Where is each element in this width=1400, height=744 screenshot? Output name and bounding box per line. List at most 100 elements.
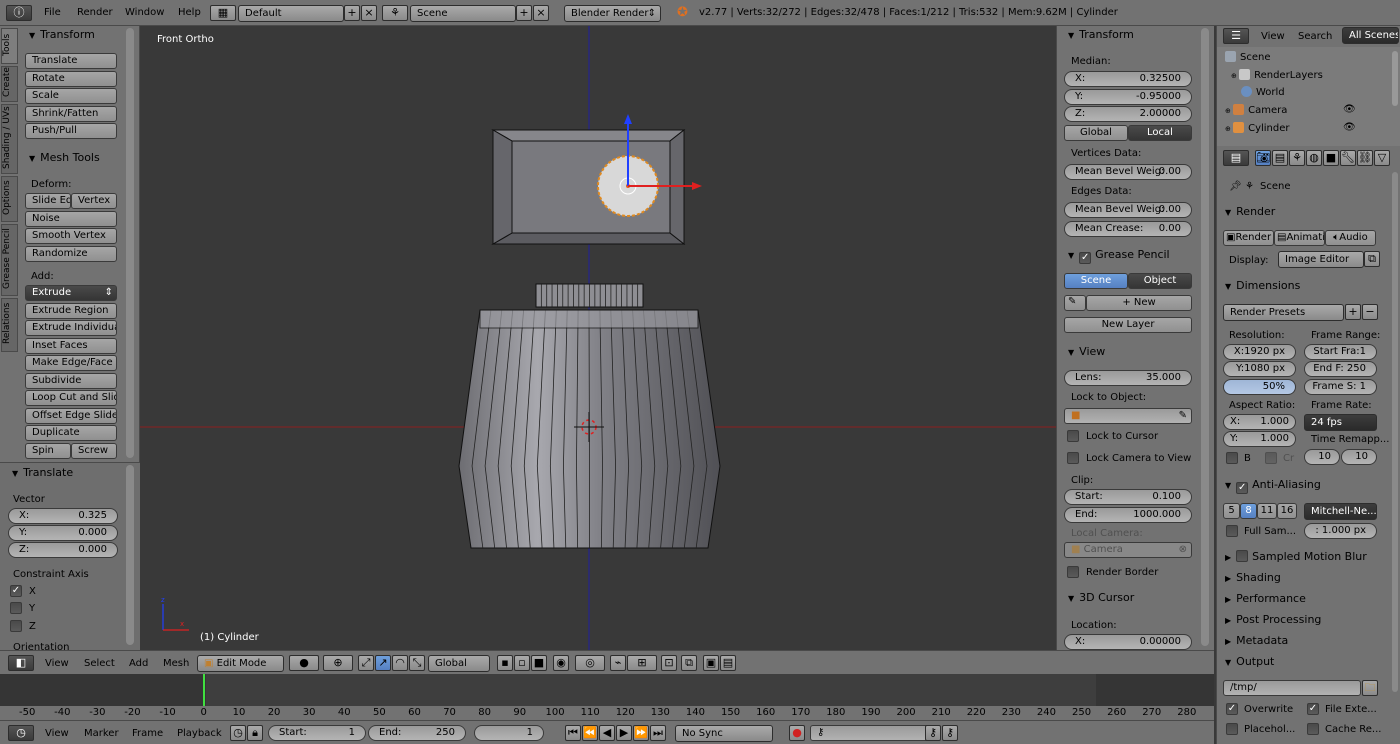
- gp-new-button[interactable]: + New: [1086, 295, 1192, 311]
- play-reverse-icon[interactable]: ◀: [599, 725, 615, 741]
- scene-tab-icon[interactable]: ⚘: [1289, 150, 1305, 166]
- display-select[interactable]: Image Editor: [1278, 251, 1364, 268]
- properties-editor-icon[interactable]: ▤: [1223, 150, 1249, 166]
- post-processing-header[interactable]: ▶ Post Processing: [1225, 613, 1321, 629]
- operator-scrollbar[interactable]: [126, 465, 134, 645]
- outliner-renderlayers[interactable]: ⊕ RenderLayers: [1231, 69, 1323, 81]
- editor-type-icon[interactable]: ◧: [8, 655, 34, 671]
- translate-manipulator-icon[interactable]: ↗: [375, 655, 391, 671]
- loop-cut-button[interactable]: Loop Cut and Slide: [25, 390, 117, 406]
- timeline-editor-icon[interactable]: ◷: [8, 725, 34, 741]
- lens-field[interactable]: Lens: 35.000: [1064, 370, 1192, 386]
- mean-crease-field[interactable]: Mean Crease: 0.00: [1064, 221, 1192, 237]
- start-frame-prop-field[interactable]: Start Fra:1: [1304, 344, 1377, 360]
- manipulator-toggle-icon[interactable]: ⤢: [358, 655, 374, 671]
- rotate-manipulator-icon[interactable]: ◠: [392, 655, 408, 671]
- mode-select[interactable]: ▣ Edit Mode: [197, 655, 284, 672]
- vector-y-field[interactable]: Y: 0.000: [8, 525, 118, 541]
- make-edge-face-button[interactable]: Make Edge/Face: [25, 355, 117, 371]
- output-header[interactable]: ▼ Output: [1225, 655, 1274, 671]
- remap-old-field[interactable]: 10: [1304, 449, 1340, 465]
- resolution-x-field[interactable]: X:1920 px: [1223, 344, 1296, 360]
- vertex-bevel-field[interactable]: Mean Bevel Weig: 0.00: [1064, 164, 1192, 180]
- extrude-region-button[interactable]: Extrude Region: [25, 303, 117, 319]
- anti-aliasing-checkbox[interactable]: ✓: [1236, 482, 1249, 494]
- timeline-ruler[interactable]: -50 -40 -30 -20 -10 0 10 20 30 40 50 60 70 80 90 100 110…: [0, 706, 1214, 720]
- local-toggle[interactable]: Local: [1128, 125, 1192, 141]
- file-extensions-checkbox[interactable]: ✓: [1307, 703, 1319, 715]
- edge-select-icon[interactable]: ▫: [514, 655, 530, 671]
- tl-menu-playback[interactable]: Playback: [177, 728, 222, 739]
- jump-key-forward-icon[interactable]: ⏩: [633, 725, 649, 741]
- remove-layout-icon[interactable]: ×: [361, 5, 377, 21]
- grease-pencil-checkbox[interactable]: ✓: [1079, 252, 1092, 264]
- scene-select[interactable]: Scene: [410, 5, 516, 22]
- remap-new-field[interactable]: 10: [1341, 449, 1377, 465]
- rotate-button[interactable]: Rotate: [25, 71, 117, 87]
- menu-view[interactable]: View: [45, 658, 69, 669]
- menu-render[interactable]: Render: [77, 7, 113, 18]
- tab-relations[interactable]: Relations: [1, 298, 18, 352]
- n-transform-header[interactable]: ▼ Transform: [1068, 28, 1134, 44]
- scale-manipulator-icon[interactable]: ⤡: [409, 655, 425, 671]
- tab-tools[interactable]: Tools: [1, 28, 18, 64]
- world-tab-icon[interactable]: ◍: [1306, 150, 1322, 166]
- spin-button[interactable]: Spin: [25, 443, 71, 459]
- offset-edge-slide-button[interactable]: Offset Edge Slide: [25, 408, 117, 424]
- operator-panel-header[interactable]: ▼ Translate: [12, 466, 73, 482]
- lock-camera-checkbox[interactable]: [1067, 452, 1079, 464]
- resolution-y-field[interactable]: Y:1080 px: [1223, 361, 1296, 377]
- transform-panel-header[interactable]: ▼ Transform: [29, 28, 95, 44]
- render-tab-icon[interactable]: 📷︎: [1255, 150, 1271, 166]
- output-path-field[interactable]: /tmp/: [1223, 680, 1361, 696]
- tab-grease-pencil[interactable]: Grease Pencil: [1, 224, 18, 296]
- snap-target-icon[interactable]: ⊡: [661, 655, 677, 671]
- render-image-icon[interactable]: ▣: [703, 655, 719, 671]
- tl-menu-marker[interactable]: Marker: [84, 728, 119, 739]
- render-presets-select[interactable]: Render Presets: [1223, 304, 1344, 321]
- new-layer-button[interactable]: New Layer: [1064, 317, 1192, 333]
- tab-shading-uvs[interactable]: Shading / UVs: [1, 104, 18, 174]
- crop-checkbox[interactable]: [1265, 452, 1277, 464]
- layout-icon[interactable]: ▦: [210, 5, 236, 21]
- properties-scrollbar[interactable]: [1392, 172, 1398, 692]
- vector-z-field[interactable]: Z: 0.000: [8, 542, 118, 558]
- filter-size-field[interactable]: : 1.000 px: [1304, 523, 1377, 539]
- slide-vertex-button[interactable]: Vertex: [71, 193, 117, 209]
- resolution-percentage-field[interactable]: 50%: [1223, 379, 1296, 395]
- 3d-viewport[interactable]: Front Ortho z x (1) Cylinder: [140, 26, 1056, 650]
- end-frame-prop-field[interactable]: End F: 250: [1304, 361, 1377, 377]
- pencil-icon[interactable]: ✎: [1064, 295, 1086, 311]
- menu-window[interactable]: Window: [125, 7, 164, 18]
- render-button[interactable]: ▣Render: [1223, 230, 1274, 246]
- menu-mesh[interactable]: Mesh: [163, 658, 189, 669]
- constraint-z-checkbox[interactable]: [10, 620, 22, 632]
- info-editor-icon[interactable]: ⓘ: [6, 5, 32, 21]
- transform-orientation-select[interactable]: Global: [428, 655, 490, 672]
- aa-samples-8[interactable]: 8: [1240, 503, 1257, 519]
- start-frame-field[interactable]: Start: 1: [268, 725, 366, 741]
- pivot-point-icon[interactable]: ⊕: [323, 655, 353, 671]
- outliner-menu-view[interactable]: View: [1261, 31, 1285, 42]
- data-tab-icon[interactable]: ▽: [1374, 150, 1390, 166]
- outliner-scene[interactable]: Scene: [1225, 51, 1271, 63]
- pin-icon[interactable]: 📌︎: [1229, 181, 1242, 192]
- menu-select[interactable]: Select: [84, 658, 115, 669]
- render-border-checkbox[interactable]: [1067, 566, 1079, 578]
- aa-samples-16[interactable]: 16: [1277, 503, 1297, 519]
- menu-add[interactable]: Add: [129, 658, 148, 669]
- outliner-world[interactable]: World: [1241, 86, 1285, 98]
- edge-bevel-field[interactable]: Mean Bevel Weig: 0.00: [1064, 202, 1192, 218]
- render-engine-select[interactable]: Blender Render ⇕: [564, 5, 661, 22]
- gp-object-toggle[interactable]: Object: [1128, 273, 1192, 289]
- face-select-icon[interactable]: ■: [531, 655, 547, 671]
- outliner-scrollbar[interactable]: [1392, 51, 1398, 106]
- vertex-select-icon[interactable]: ▪: [497, 655, 513, 671]
- frame-step-field[interactable]: Frame S: 1: [1304, 379, 1377, 395]
- jump-end-icon[interactable]: ⏭: [650, 725, 666, 741]
- render-window-icon[interactable]: ⧉: [1364, 251, 1380, 267]
- jump-start-icon[interactable]: ⏮: [565, 725, 581, 741]
- folder-icon[interactable]: 🗀︎: [1362, 680, 1378, 696]
- lock-range-icon[interactable]: 🔒︎: [247, 725, 263, 741]
- clip-start-field[interactable]: Start: 0.100: [1064, 489, 1192, 505]
